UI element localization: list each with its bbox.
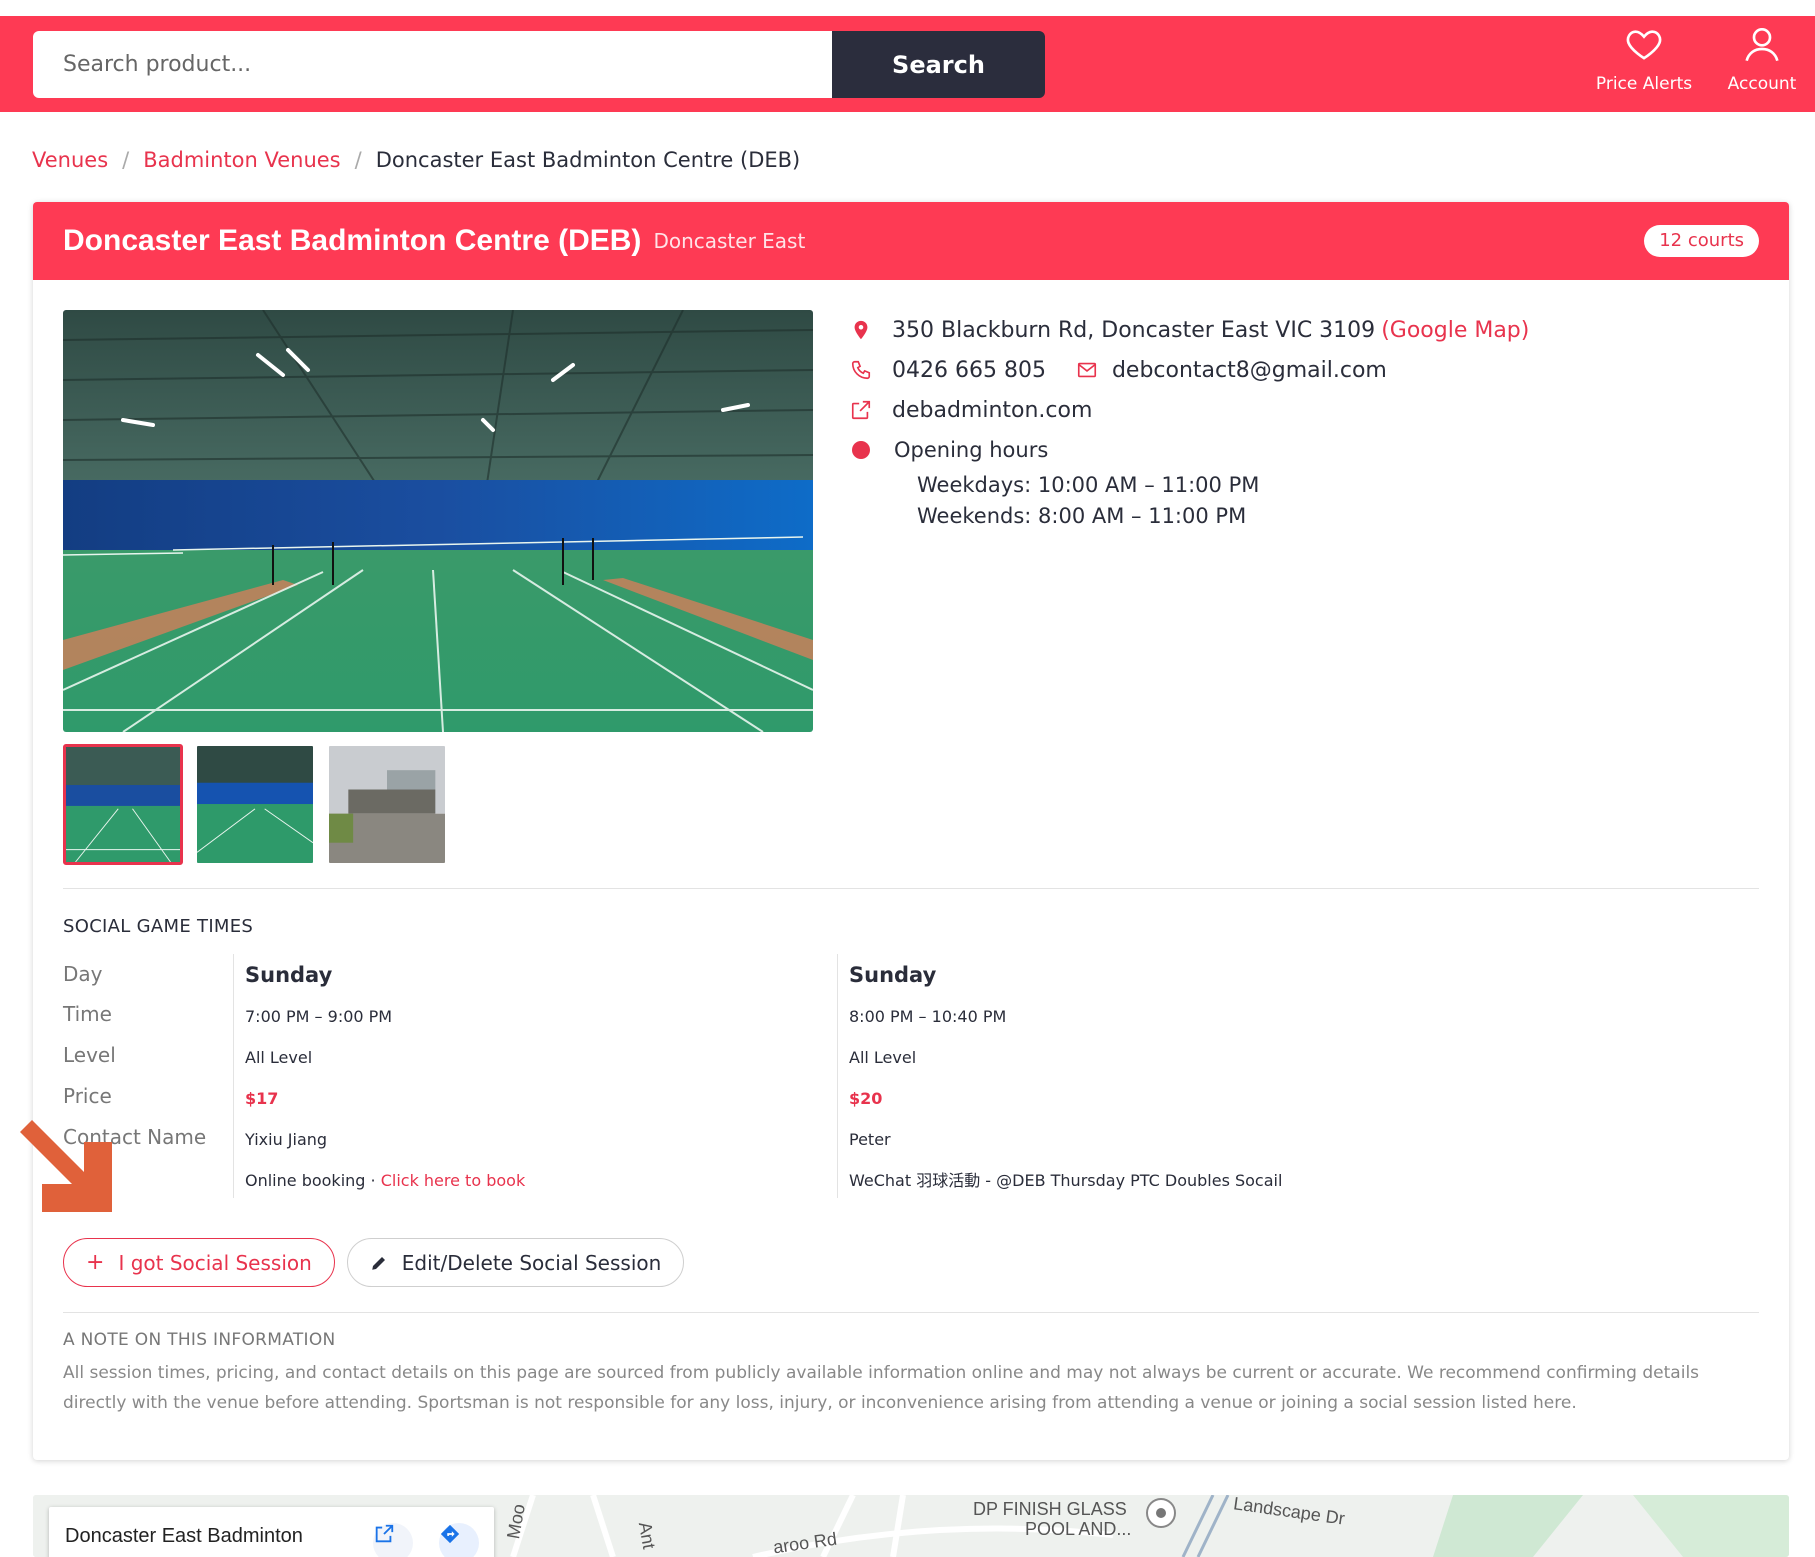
session-day: Sunday <box>245 963 333 987</box>
map-embed[interactable]: DP FINISH GLASS POOL AND... Landscape Dr… <box>33 1495 1789 1557</box>
map-street-label: Ant <box>634 1520 660 1551</box>
label-price: Price <box>63 1084 112 1108</box>
photo-thumbnails <box>63 744 447 865</box>
venue-card: Doncaster East Badminton Centre (DEB) Do… <box>33 202 1789 1460</box>
map-place-title: Doncaster East Badminton <box>65 1525 303 1547</box>
edit-social-session-button[interactable]: Edit/Delete Social Session <box>346 1238 685 1287</box>
breadcrumb-current: Doncaster East Badminton Centre (DEB) <box>375 148 801 172</box>
status-dot-icon <box>852 441 870 459</box>
map-poi-label: DP FINISH GLASS <box>973 1499 1127 1519</box>
account-label: Account <box>1727 74 1797 94</box>
plus-icon: + <box>86 1250 105 1275</box>
badminton-hall-image <box>63 310 813 732</box>
section-divider <box>63 1312 1759 1313</box>
address-row: 350 Blackburn Rd, Doncaster East VIC 310… <box>850 310 1529 350</box>
booking-prefix: Online booking · <box>245 1171 381 1190</box>
session-column-2: Sunday 8:00 PM – 10:40 PM All Level $20 … <box>837 954 1437 1198</box>
pencil-icon <box>370 1254 388 1272</box>
phone-link[interactable]: 0426 665 805 <box>892 358 1046 383</box>
search-input[interactable] <box>33 31 832 98</box>
label-day: Day <box>63 962 103 986</box>
session-price: $20 <box>849 1089 883 1108</box>
map-pin-icon <box>850 319 872 341</box>
contact-row: 0426 665 805 debcontact8@gmail.com <box>850 350 1529 390</box>
breadcrumb-separator: / <box>354 148 362 172</box>
label-time: Time <box>63 1002 112 1026</box>
thumbnail-2[interactable] <box>195 744 315 865</box>
edit-social-session-label: Edit/Delete Social Session <box>401 1250 662 1275</box>
venue-card-header: Doncaster East Badminton Centre (DEB) Do… <box>33 202 1789 280</box>
session-price: $17 <box>245 1089 279 1108</box>
session-time: 7:00 PM – 9:00 PM <box>245 1007 393 1026</box>
add-social-session-label: I got Social Session <box>118 1250 312 1275</box>
session-column-1: Sunday 7:00 PM – 9:00 PM All Level $17 Y… <box>233 954 833 1198</box>
social-session-actions: + I got Social Session Edit/Delete Socia… <box>63 1238 685 1287</box>
thumbnail-1[interactable] <box>63 744 183 865</box>
map-poi-label: POOL AND... <box>1025 1519 1132 1539</box>
note-body: All session times, pricing, and contact … <box>63 1363 1700 1413</box>
session-day: Sunday <box>849 963 937 987</box>
directions-icon[interactable] <box>439 1523 479 1557</box>
session-booking: WeChat 羽球活動 - @DEB Thursday PTC Doubles … <box>849 1160 1437 1201</box>
phone-icon <box>850 359 872 381</box>
weekend-hours: Weekends: 8:00 AM – 11:00 PM <box>917 504 1247 528</box>
courts-badge: 12 courts <box>1644 225 1759 257</box>
top-header: Search Price Alerts Account <box>0 16 1815 112</box>
map-place-card: Doncaster East Badminton <box>49 1507 494 1557</box>
user-icon <box>1745 27 1779 62</box>
label-level: Level <box>63 1043 116 1067</box>
arrow-annotation-icon <box>20 1120 112 1212</box>
google-map-link[interactable]: (Google Map) <box>1381 318 1529 343</box>
heart-icon <box>1626 30 1662 60</box>
book-link[interactable]: Click here to book <box>381 1171 526 1190</box>
session-level: All Level <box>849 1048 917 1067</box>
session-contact: Yixiu Jiang <box>245 1130 328 1149</box>
open-in-maps-icon[interactable] <box>373 1523 413 1557</box>
website-link[interactable]: debadminton.com <box>892 398 1092 423</box>
breadcrumb: Venues / Badminton Venues / Doncaster Ea… <box>32 148 800 172</box>
search-button[interactable]: Search <box>832 31 1045 98</box>
add-social-session-button[interactable]: + I got Social Session <box>63 1238 335 1287</box>
thumbnail-3[interactable] <box>327 744 447 865</box>
main-venue-photo[interactable] <box>63 310 813 732</box>
email-link[interactable]: debcontact8@gmail.com <box>1112 358 1387 383</box>
session-time: 8:00 PM – 10:40 PM <box>849 1007 1007 1026</box>
breadcrumb-separator: / <box>122 148 130 172</box>
social-times-title: SOCIAL GAME TIMES <box>63 916 254 937</box>
breadcrumb-badminton-venues[interactable]: Badminton Venues <box>143 148 340 172</box>
price-alerts-label: Price Alerts <box>1595 74 1693 94</box>
search-bar: Search <box>33 31 1045 98</box>
weekday-hours: Weekdays: 10:00 AM – 11:00 PM <box>917 473 1260 497</box>
section-divider <box>63 888 1759 889</box>
address-text: 350 Blackburn Rd, Doncaster East VIC 310… <box>892 317 1376 343</box>
session-level: All Level <box>245 1048 313 1067</box>
note-title: A NOTE ON THIS INFORMATION <box>63 1330 336 1350</box>
account-button[interactable]: Account <box>1712 24 1812 94</box>
opening-hours-row: Opening hours <box>850 430 1529 470</box>
website-row: debadminton.com <box>850 390 1529 430</box>
opening-hours-title: Opening hours <box>894 438 1049 462</box>
booking-prefix: WeChat 羽球活動 - @DEB Thursday PTC Doubles … <box>849 1171 1283 1190</box>
external-link-icon <box>850 399 872 421</box>
price-alerts-button[interactable]: Price Alerts <box>1594 24 1694 94</box>
session-contact: Peter <box>849 1130 891 1149</box>
session-booking: Online booking · Click here to book <box>245 1160 833 1201</box>
venue-title: Doncaster East Badminton Centre (DEB) <box>63 224 642 257</box>
venue-suburb: Doncaster East <box>653 229 806 253</box>
breadcrumb-venues[interactable]: Venues <box>32 148 108 172</box>
venue-info: 350 Blackburn Rd, Doncaster East VIC 310… <box>850 310 1529 532</box>
mail-icon <box>1076 359 1098 381</box>
